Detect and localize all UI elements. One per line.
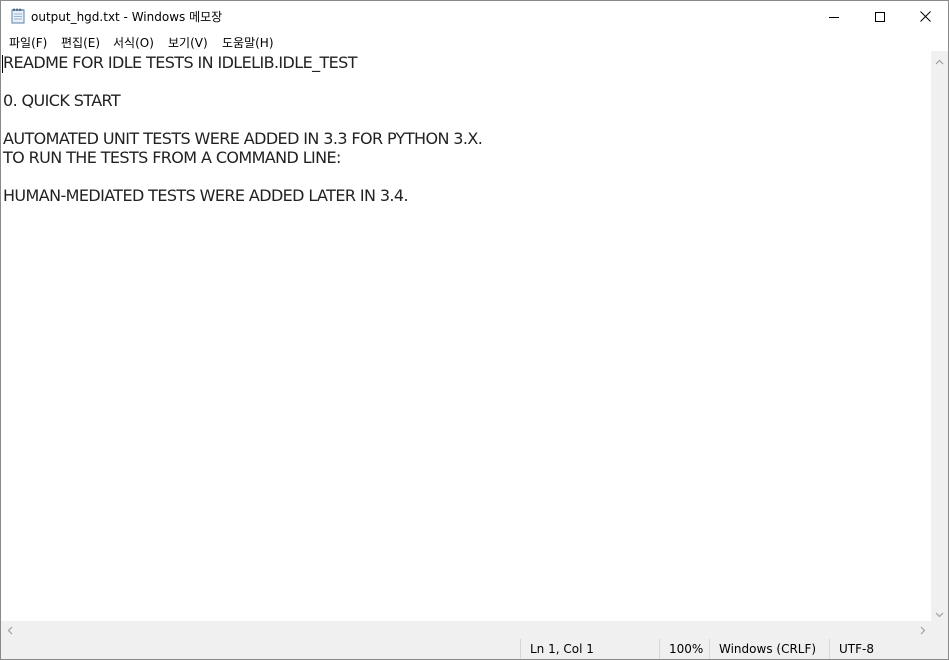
maximize-icon <box>875 7 885 26</box>
status-cursor-position: Ln 1, Col 1 <box>520 639 659 659</box>
status-bar: Ln 1, Col 1 100% Windows (CRLF) UTF-8 <box>1 638 948 659</box>
menu-format[interactable]: 서식(O) <box>112 34 155 51</box>
editor-line: AUTOMATED UNIT TESTS WERE ADDED IN 3.3 F… <box>3 129 483 148</box>
chevron-down-icon <box>935 603 944 622</box>
menu-bar: 파일(F) 편집(E) 서식(O) 보기(V) 도움말(H) <box>1 31 948 51</box>
close-icon <box>919 7 931 26</box>
menu-help[interactable]: 도움말(H) <box>221 34 275 51</box>
status-line-ending: Windows (CRLF) <box>709 639 829 659</box>
notepad-icon <box>11 8 25 24</box>
menu-file[interactable]: 파일(F) <box>8 34 48 51</box>
minimize-icon <box>829 7 839 26</box>
editor-line: README FOR IDLE TESTS IN IDLELIB.IDLE_TE… <box>3 53 358 72</box>
editor-line: TO RUN THE TESTS FROM A COMMAND LINE: <box>3 148 341 167</box>
status-zoom: 100% <box>659 639 709 659</box>
scroll-left-button[interactable] <box>1 621 18 638</box>
vertical-scrollbar[interactable] <box>931 51 948 621</box>
chevron-left-icon <box>7 620 13 639</box>
scroll-down-button[interactable] <box>931 604 948 621</box>
scroll-up-button[interactable] <box>931 51 948 68</box>
status-encoding: UTF-8 <box>829 639 948 659</box>
menu-edit[interactable]: 편집(E) <box>60 34 101 51</box>
scrollbar-corner <box>931 621 948 638</box>
scroll-right-button[interactable] <box>914 621 931 638</box>
menu-view[interactable]: 보기(V) <box>167 34 209 51</box>
chevron-up-icon <box>935 50 944 69</box>
notepad-window: output_hgd.txt - Windows 메모장 파일(F) 편집(E)… <box>0 0 949 660</box>
editor-line: 0. QUICK START <box>3 91 121 110</box>
editor-line: HUMAN-MEDIATED TESTS WERE ADDED LATER IN… <box>3 186 409 205</box>
text-editor[interactable]: README FOR IDLE TESTS IN IDLELIB.IDLE_TE… <box>1 51 931 621</box>
horizontal-scrollbar[interactable] <box>1 621 931 638</box>
close-button[interactable] <box>902 1 948 31</box>
chevron-right-icon <box>920 620 926 639</box>
window-title: output_hgd.txt - Windows 메모장 <box>31 10 223 24</box>
title-bar[interactable]: output_hgd.txt - Windows 메모장 <box>1 1 948 31</box>
maximize-button[interactable] <box>857 1 903 31</box>
minimize-button[interactable] <box>811 1 857 31</box>
